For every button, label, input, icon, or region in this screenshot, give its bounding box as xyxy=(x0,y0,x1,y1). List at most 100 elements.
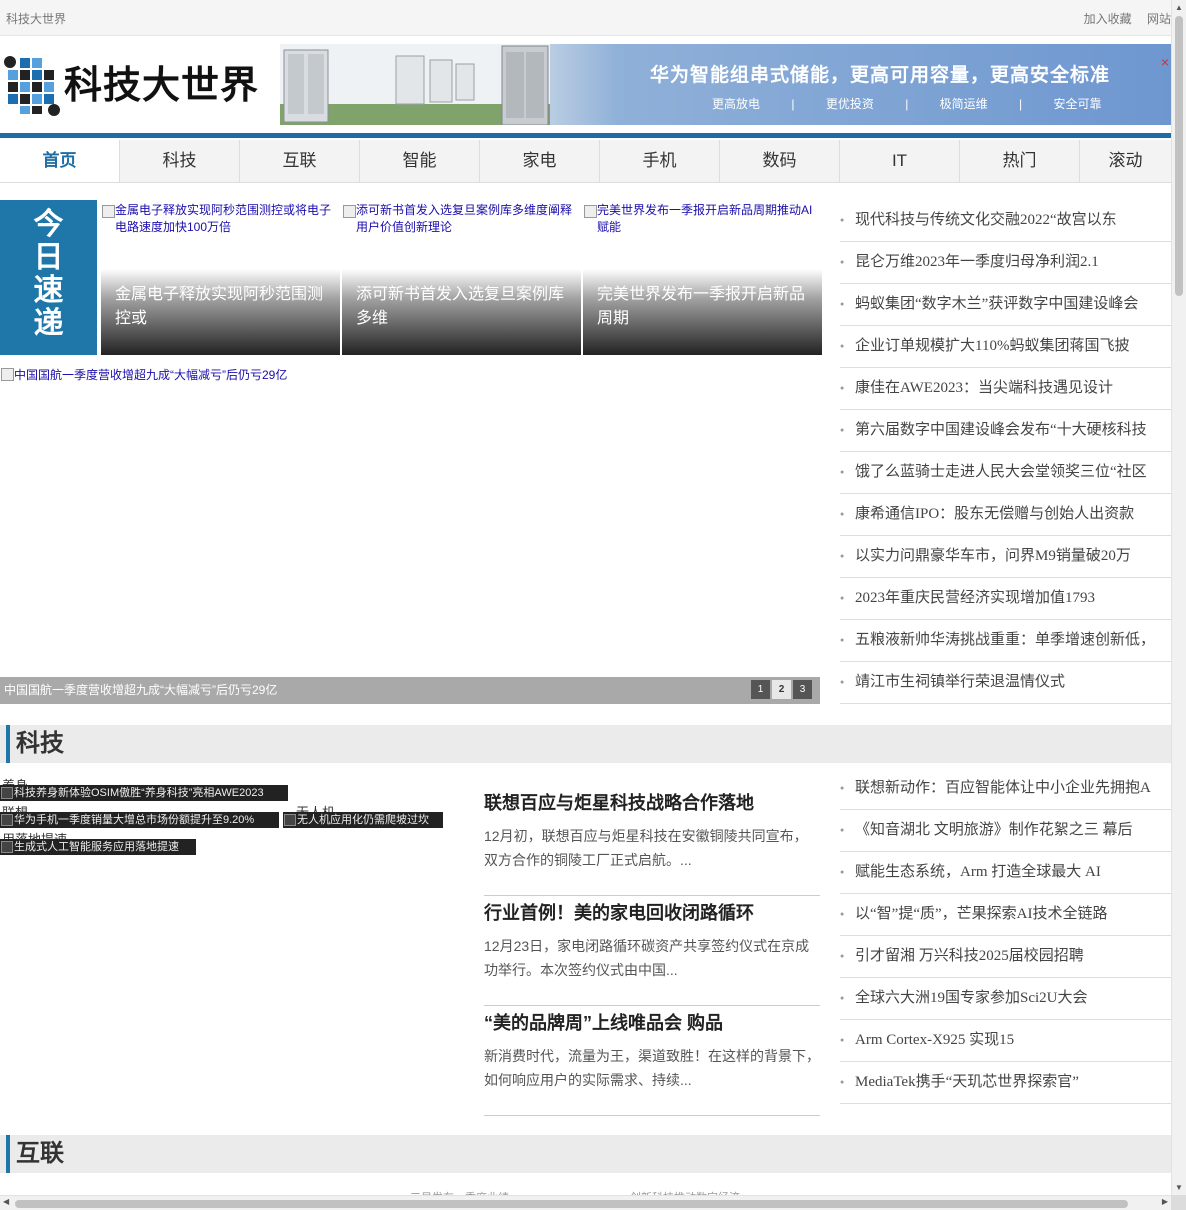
main-nav: 首页 科技 互联 智能 家电 手机 数码 IT 热门 滚动 xyxy=(0,140,1171,183)
nav-item-appliance[interactable]: 家电 xyxy=(480,140,600,182)
today-express-label: 今 日 速 递 xyxy=(0,200,97,355)
quick-card[interactable]: 完美世界发布一季报开启新品周期推动AI赋能 完美世界发布一季报开启新品周期 xyxy=(583,200,822,355)
list-item[interactable]: 《知音湖北 文明旅游》制作花絮之三 幕后 xyxy=(840,810,1171,852)
list-item[interactable]: 靖江市生祠镇举行荣退温情仪式 xyxy=(840,662,1171,704)
list-item[interactable]: 蚂蚁集团“数字木兰”获评数字中国建设峰会 xyxy=(840,284,1171,326)
list-item[interactable]: 以实力问鼎豪华车市，问界M9销量破20万 xyxy=(840,536,1171,578)
list-item[interactable]: 联想新动作：百应智能体让中小企业先拥抱A xyxy=(840,768,1171,810)
section-header-internet: 互联 xyxy=(0,1135,1171,1173)
scrollbar-thumb[interactable] xyxy=(15,1200,1128,1208)
quick-card[interactable]: 金属电子释放实现阿秒范围测控或将电子电路速度加快100万倍 金属电子释放实现阿秒… xyxy=(101,200,340,355)
nav-item-tech[interactable]: 科技 xyxy=(120,140,240,182)
article-title[interactable]: 行业首例！美的家电回收闭路循环 xyxy=(484,900,820,926)
list-item[interactable]: 五粮液新帅华涛挑战重重：单季增速创新低， xyxy=(840,620,1171,662)
list-item[interactable]: 全球六大洲19国专家参加Sci2U大会 xyxy=(840,978,1171,1020)
quick-card-image-alt[interactable]: 完美世界发布一季报开启新品周期推动AI赋能 xyxy=(583,202,822,236)
article-summary: 12月初，联想百应与炬星科技在安徽铜陵共同宣布，双方合作的铜陵工厂正式启航。..… xyxy=(484,828,808,868)
slider-page-button[interactable]: 1 xyxy=(751,680,770,699)
nav-item-digital[interactable]: 数码 xyxy=(720,140,840,182)
top-links: 加入收藏 网站 xyxy=(1072,10,1171,27)
banner-close-icon[interactable]: × xyxy=(1161,54,1169,70)
slider-image-alt[interactable]: 中国国航一季度营收增超九成“大幅减亏”后仍亏29亿 xyxy=(0,366,287,383)
banner-feature: 更优投资 xyxy=(825,97,874,111)
section-accent xyxy=(6,1135,10,1173)
site-name[interactable]: 科技大世界 xyxy=(6,10,66,27)
site-link[interactable]: 网站 xyxy=(1147,12,1171,26)
tech-article[interactable]: “美的品牌周”上线唯品会 购品 新消费时代，流量为王，渠道致胜！在这样的背景下，… xyxy=(484,1006,820,1116)
list-item[interactable]: MediaTek携手“天玑芯世界探索官” xyxy=(840,1062,1171,1104)
list-item[interactable]: 第六届数字中国建设峰会发布“十大硬核科技 xyxy=(840,410,1171,452)
quick-card[interactable]: 添可新书首发入选复旦案例库多维度阐释用户价值创新理论 添可新书首发入选复旦案例库… xyxy=(342,200,581,355)
tech-image-alt[interactable]: 无人机应用化仍需爬坡过坎 xyxy=(283,812,443,828)
slider-page-button[interactable]: 3 xyxy=(793,680,812,699)
list-item[interactable]: 赋能生态系统，Arm 打造全球最大 AI xyxy=(840,852,1171,894)
nav-item-smart[interactable]: 智能 xyxy=(360,140,480,182)
quick-card-caption[interactable]: 添可新书首发入选复旦案例库多维 xyxy=(342,269,581,355)
article-title[interactable]: “美的品牌周”上线唯品会 购品 xyxy=(484,1010,820,1036)
add-favorite-link[interactable]: 加入收藏 xyxy=(1084,12,1132,26)
section-title[interactable]: 互联 xyxy=(16,1136,64,1172)
banner-divider: | xyxy=(791,97,795,111)
logo-mark-icon xyxy=(4,56,60,116)
section-header-tech: 科技 xyxy=(0,725,1171,763)
section-accent xyxy=(6,725,10,763)
headline-list: 现代科技与传统文化交融2022“故宫以东 昆仑万维2023年一季度归母净利润2.… xyxy=(840,200,1171,704)
tech-image-alt[interactable]: 科技养身新体验OSIM傲胜“养身科技”亮相AWE2023 xyxy=(0,785,288,801)
list-item[interactable]: Arm Cortex-X925 实现15 xyxy=(840,1020,1171,1062)
section-title[interactable]: 科技 xyxy=(16,726,64,762)
site-logo[interactable]: 科技大世界 xyxy=(2,52,272,116)
headline-slider: 中国国航一季度营收增超九成“大幅减亏”后仍亏29亿 中国国航一季度营收增超九成“… xyxy=(0,366,820,704)
tech-article[interactable]: 联想百应与炬星科技战略合作落地 12月初，联想百应与炬星科技在安徽铜陵共同宣布，… xyxy=(484,786,820,896)
today-char: 日 xyxy=(33,241,64,274)
top-bar: 科技大世界 加入收藏 网站 xyxy=(0,0,1171,36)
logo-text: 科技大世界 xyxy=(64,62,260,107)
vertical-scrollbar[interactable]: ▲ ▼ xyxy=(1171,0,1186,1195)
slider-pagination: 1 2 3 xyxy=(749,680,812,699)
article-summary: 新消费时代，流量为王，渠道致胜！在这样的背景下，如何响应用户的实际需求、持续..… xyxy=(484,1048,820,1088)
list-item[interactable]: 2023年重庆民营经济实现增加值1793 xyxy=(840,578,1171,620)
banner-feature: 安全可靠 xyxy=(1053,97,1102,111)
today-char: 今 xyxy=(33,208,64,241)
slider-page-button[interactable]: 2 xyxy=(772,680,791,699)
nav-item-rolling[interactable]: 滚动 xyxy=(1080,140,1171,182)
tech-article[interactable]: 行业首例！美的家电回收闭路循环 12月23日，家电闭路循环碳资产共享签约仪式在京… xyxy=(484,896,820,1006)
nav-item-it[interactable]: IT xyxy=(840,140,960,182)
list-item[interactable]: 昆仑万维2023年一季度归母净利润2.1 xyxy=(840,242,1171,284)
list-item[interactable]: 饿了么蓝骑士走进人民大会堂领奖三位“社区 xyxy=(840,452,1171,494)
list-item[interactable]: 康希通信IPO：股东无偿赠与创始人出资款 xyxy=(840,494,1171,536)
banner-feature: 极简运维 xyxy=(939,97,988,111)
banner-divider: | xyxy=(905,97,909,111)
scroll-down-icon[interactable]: ▼ xyxy=(1175,1183,1183,1192)
banner-features: 更高放电 | 更优投资 | 极简运维 | 安全可靠 xyxy=(712,95,1130,112)
quick-card-caption[interactable]: 金属电子释放实现阿秒范围测控或 xyxy=(101,269,340,355)
quick-card-image-alt[interactable]: 添可新书首发入选复旦案例库多维度阐释用户价值创新理论 xyxy=(342,202,581,236)
header-divider xyxy=(0,133,1171,138)
scroll-left-icon[interactable]: ◀ xyxy=(3,1197,9,1206)
slider-caption[interactable]: 中国国航一季度营收增超九成“大幅减亏”后仍亏29亿 xyxy=(4,683,277,697)
scrollbar-corner xyxy=(1171,1195,1186,1210)
quick-card-image-alt[interactable]: 金属电子释放实现阿秒范围测控或将电子电路速度加快100万倍 xyxy=(101,202,340,236)
today-char: 速 xyxy=(33,274,64,307)
nav-item-phone[interactable]: 手机 xyxy=(600,140,720,182)
list-item[interactable]: 企业订单规模扩大110%蚂蚁集团蒋国飞披 xyxy=(840,326,1171,368)
tech-image-alt[interactable]: 生成式人工智能服务应用落地提速 xyxy=(0,839,196,855)
list-item[interactable]: 以“智”提“质”，芒果探索AI技术全链路 xyxy=(840,894,1171,936)
article-title[interactable]: 联想百应与炬星科技战略合作落地 xyxy=(484,790,820,816)
list-item[interactable]: 现代科技与传统文化交融2022“故宫以东 xyxy=(840,200,1171,242)
scroll-right-icon[interactable]: ▶ xyxy=(1162,1197,1168,1206)
nav-item-hot[interactable]: 热门 xyxy=(960,140,1080,182)
banner-ad[interactable]: 华为智能组串式储能，更高可用容量，更高安全标准 更高放电 | 更优投资 | 极简… xyxy=(280,44,1171,125)
storage-racks-image xyxy=(280,44,550,125)
nav-item-internet[interactable]: 互联 xyxy=(240,140,360,182)
scroll-up-icon[interactable]: ▲ xyxy=(1175,3,1183,12)
today-char: 递 xyxy=(33,307,64,340)
banner-feature: 更高放电 xyxy=(712,97,761,111)
tech-list: 联想新动作：百应智能体让中小企业先拥抱A 《知音湖北 文明旅游》制作花絮之三 幕… xyxy=(840,768,1171,1104)
list-item[interactable]: 引才留湘 万兴科技2025届校园招聘 xyxy=(840,936,1171,978)
nav-item-home[interactable]: 首页 xyxy=(0,140,120,182)
horizontal-scrollbar[interactable]: ◀ ▶ xyxy=(0,1195,1171,1210)
tech-image-alt[interactable]: 华为手机一季度销量大增总市场份额提升至9.20% xyxy=(0,812,279,828)
list-item[interactable]: 康佳在AWE2023：当尖端科技遇见设计 xyxy=(840,368,1171,410)
quick-card-caption[interactable]: 完美世界发布一季报开启新品周期 xyxy=(583,269,822,355)
scrollbar-thumb[interactable] xyxy=(1175,16,1183,296)
